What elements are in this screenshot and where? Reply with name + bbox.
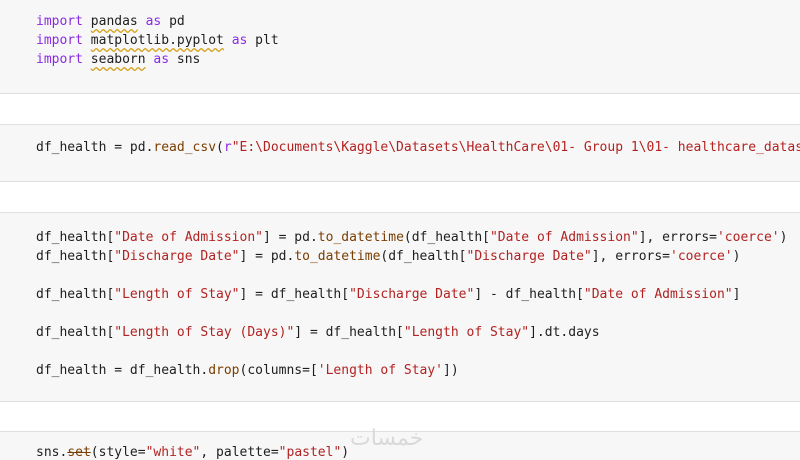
code-token: df_health[ — [36, 325, 115, 340]
code-line: import matplotlib.pyplot as plt — [36, 31, 279, 50]
code-token: matplotlib.pyplot — [90, 33, 224, 48]
code-token: pd — [161, 14, 185, 29]
code-token: , palette= — [200, 445, 279, 460]
code-token: ], errors= — [638, 230, 717, 245]
code-token: plt — [247, 33, 279, 48]
code-token: ) — [732, 249, 741, 264]
code-token: ) — [779, 230, 788, 245]
code-token: ] = pd. — [263, 230, 318, 245]
code-token: ]) — [443, 363, 459, 378]
code-token: "E:\Documents\Kaggle\Datasets\HealthCare… — [231, 140, 800, 155]
code-token: ] = pd. — [239, 249, 295, 264]
code-token: ] - df_health[ — [474, 287, 584, 302]
code-token: "Discharge Date" — [349, 287, 475, 302]
code-token: (df_health[ — [403, 230, 490, 245]
code-token: read_csv — [153, 140, 217, 155]
code-token: drop — [208, 363, 240, 378]
code-token: df_health[ — [36, 230, 115, 245]
code-token: set — [67, 445, 91, 460]
code-token: "Length of Stay" — [114, 287, 240, 302]
code-token: "Length of Stay" — [403, 325, 530, 340]
code-token: as — [153, 52, 170, 67]
code-line: df_health["Length of Stay"] = df_health[… — [36, 285, 740, 304]
code-token: (columns=[ — [239, 363, 318, 378]
code-token: ] — [732, 287, 741, 302]
notebook-page: import pandas as pd import matplotlib.pyp… — [0, 0, 800, 460]
code-token: "white" — [145, 445, 201, 460]
code-line: df_health = df_health.drop(columns=['Len… — [36, 361, 459, 380]
code-token: df_health[ — [36, 249, 115, 264]
code-token: to_datetime — [294, 249, 381, 264]
code-line: import seaborn as sns — [36, 50, 200, 69]
code-token: ] = df_health[ — [294, 325, 404, 340]
code-line: sns.set(style="white", palette="pastel") — [36, 443, 349, 460]
code-token: pandas — [90, 14, 138, 29]
code-token: "Length of Stay (Days)" — [114, 325, 295, 340]
code-token: "pastel" — [278, 445, 342, 460]
code-cell-date-processing[interactable]: df_health["Date of Admission"] = pd.to_d… — [0, 212, 800, 402]
code-cell-read-csv[interactable]: df_health = pd.read_csv(r"E:\Documents\K… — [0, 124, 800, 182]
code-token: (style= — [90, 445, 146, 460]
code-token: ] = df_health[ — [239, 287, 350, 302]
code-cell-imports[interactable]: import pandas as pd import matplotlib.pyp… — [0, 0, 800, 94]
code-token: sns — [169, 52, 201, 67]
code-line: df_health["Length of Stay (Days)"] = df_… — [36, 323, 600, 342]
code-token: ( — [216, 140, 224, 155]
code-token: (df_health[ — [380, 249, 467, 264]
code-token: import — [36, 14, 83, 29]
code-token: seaborn — [90, 52, 146, 67]
code-token: ].dt.days — [529, 325, 600, 340]
code-token: 'coerce' — [716, 230, 780, 245]
code-token: as — [145, 14, 162, 29]
code-token: "Date of Admission" — [114, 230, 263, 245]
code-token: to_datetime — [317, 230, 404, 245]
code-token: sns. — [36, 445, 68, 460]
code-line: df_health = pd.read_csv(r"E:\Documents\K… — [36, 138, 800, 157]
code-token: df_health = pd. — [36, 140, 154, 155]
code-token: as — [231, 33, 248, 48]
code-token: 'coerce' — [670, 249, 733, 264]
code-line: import pandas as pd — [36, 12, 185, 31]
code-token: "Discharge Date" — [466, 249, 592, 264]
code-token: import — [36, 33, 83, 48]
code-token: df_health[ — [36, 287, 115, 302]
code-token: import — [36, 52, 83, 67]
code-token: df_health = df_health. — [36, 363, 209, 378]
code-token: 'Length of Stay' — [317, 363, 444, 378]
code-token: ) — [341, 445, 350, 460]
code-line: df_health["Discharge Date"] = pd.to_date… — [36, 247, 740, 266]
code-line: df_health["Date of Admission"] = pd.to_d… — [36, 228, 787, 247]
code-token: r — [223, 140, 232, 155]
code-token: "Discharge Date" — [114, 249, 240, 264]
watermark-logo: خمسات — [350, 426, 424, 451]
code-token: ], errors= — [591, 249, 671, 264]
code-token: "Date of Admission" — [583, 287, 733, 302]
code-token: "Date of Admission" — [489, 230, 639, 245]
